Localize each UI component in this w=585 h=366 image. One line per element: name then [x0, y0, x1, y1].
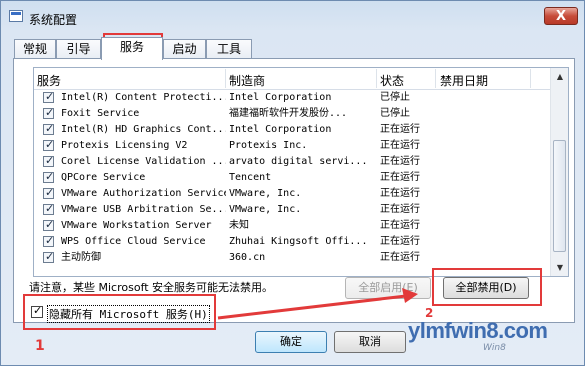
- annotation-number-1: 1: [35, 338, 45, 354]
- watermark-logo: ylmfwin8.com: [408, 318, 548, 343]
- tab-services[interactable]: 服务: [101, 37, 163, 60]
- annotation-arrow: [217, 288, 418, 320]
- watermark-sub: Win8: [483, 343, 506, 353]
